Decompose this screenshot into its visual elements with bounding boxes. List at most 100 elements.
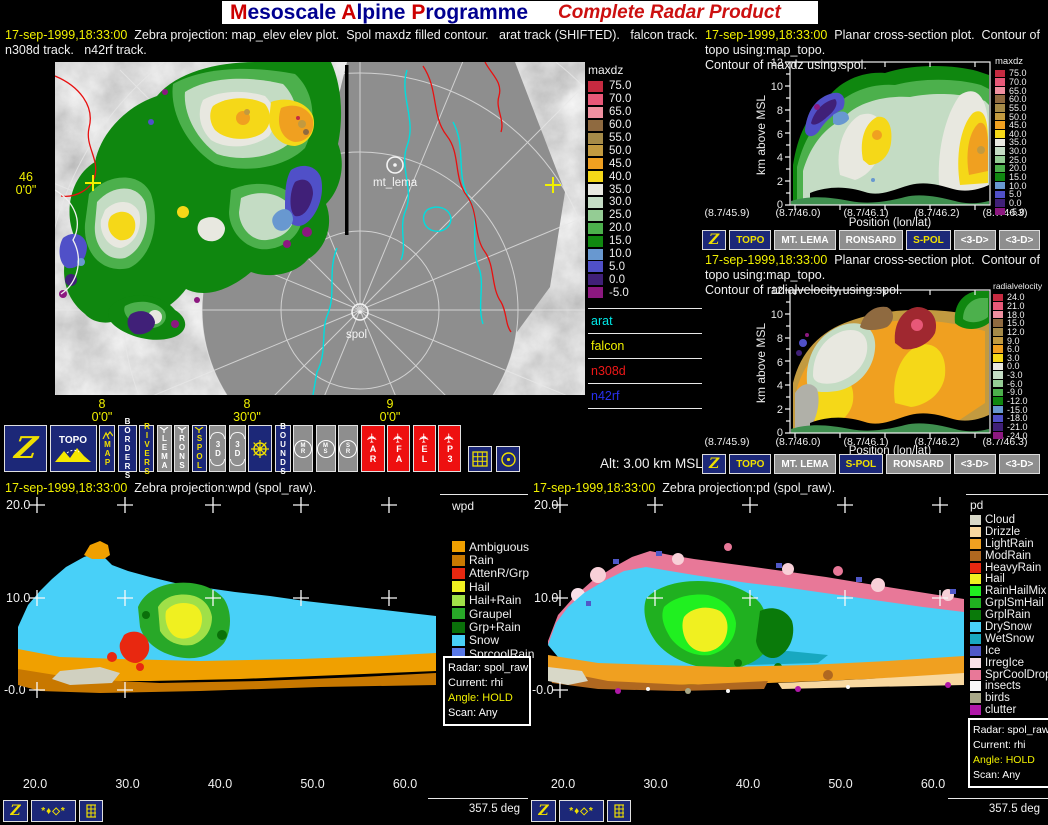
airplane-icon: ✈ bbox=[416, 432, 431, 444]
legend-swatch bbox=[995, 104, 1005, 112]
track-item[interactable]: n42rf bbox=[588, 383, 702, 408]
legend-label: Graupel bbox=[469, 606, 512, 621]
lema-radar-button[interactable]: LEMA bbox=[156, 425, 172, 472]
xsec-button[interactable]: TOPO bbox=[729, 230, 772, 250]
pd-xticks: 20.0 30.0 40.0 50.0 60.0 bbox=[550, 777, 946, 791]
ms-button[interactable]: MS bbox=[315, 425, 336, 472]
xsec-button[interactable]: MT. LEMA bbox=[774, 454, 836, 474]
pd-plot[interactable] bbox=[528, 495, 968, 795]
xsec1-legend-rows: 75.0 70.0 65.0 60.0 55.0 50.0 45.0 40.0 … bbox=[995, 68, 1048, 217]
svg-text:8: 8 bbox=[777, 105, 783, 117]
info-line: Angle: HOLD bbox=[973, 754, 1035, 766]
target-button[interactable] bbox=[496, 446, 520, 472]
legend-swatch bbox=[970, 621, 981, 632]
topo-button[interactable]: TOPO bbox=[49, 425, 97, 472]
legend-label: Cloud bbox=[985, 513, 1016, 526]
legend-value: 45.0 bbox=[609, 157, 632, 170]
grid-mini-button[interactable] bbox=[79, 800, 103, 822]
legend-swatch bbox=[452, 541, 465, 553]
cross-section-line[interactable] bbox=[345, 65, 349, 235]
legend-row: Ambiguous bbox=[452, 540, 529, 554]
antenna-icon bbox=[194, 427, 204, 433]
legend-label: LightRain bbox=[985, 537, 1034, 550]
legend-swatch bbox=[588, 261, 603, 273]
wpd-plot[interactable] bbox=[0, 495, 440, 795]
grid-icon bbox=[471, 451, 488, 467]
xsec-button[interactable]: S-POL bbox=[838, 454, 884, 474]
legend-swatch bbox=[588, 106, 603, 118]
xsec2-ylabel: km above MSL bbox=[755, 323, 768, 403]
xsec1-plot[interactable]: 12 10 8 6 4 2 0 km above MSL bbox=[755, 55, 1000, 213]
aircraft-arat-button[interactable]: ✈ AR bbox=[360, 425, 385, 472]
legend-swatch bbox=[970, 514, 981, 525]
legend-value: -5.0 bbox=[609, 286, 629, 299]
zebra-mini-button[interactable]: Z bbox=[531, 800, 556, 822]
spol-radar-button[interactable]: SPOL bbox=[191, 425, 207, 472]
pd-deg-separator bbox=[948, 798, 1048, 799]
legend-swatch bbox=[588, 287, 603, 299]
xsec-button[interactable]: Z bbox=[702, 454, 727, 474]
map-button[interactable]: MAP bbox=[99, 425, 115, 472]
maxdz-legend: maxdz 75.0 70.0 65.0 60.0 55.0 50.0 45.0… bbox=[588, 63, 702, 410]
xsec-button[interactable]: <3-D> bbox=[953, 454, 996, 474]
legend-label: Hail bbox=[985, 573, 1005, 586]
rivers-button[interactable]: RIVERS bbox=[139, 422, 154, 476]
weather-symbols-button[interactable]: *♦◇* bbox=[31, 800, 76, 822]
track-item[interactable]: n308d bbox=[588, 358, 702, 383]
wpd-deg-separator bbox=[428, 798, 528, 799]
xsec-button[interactable]: RONSARD bbox=[886, 454, 951, 474]
svg-text:10: 10 bbox=[771, 309, 783, 321]
xsec-button[interactable]: <3-D> bbox=[998, 230, 1041, 250]
xsec1-yticks: 12 10 8 6 4 2 0 bbox=[771, 57, 783, 211]
xsec-button[interactable]: Z bbox=[702, 230, 727, 250]
maxdz-legend-rows: 75.0 70.0 65.0 60.0 55.0 50.0 45.0 40.0 … bbox=[588, 80, 702, 299]
sr-button[interactable]: SR bbox=[338, 425, 358, 472]
aircraft-falcon-button[interactable]: ✈ FA bbox=[387, 425, 410, 472]
antenna-icon bbox=[177, 427, 186, 433]
legend-value: 50.0 bbox=[609, 144, 632, 157]
track-item[interactable]: falcon bbox=[588, 333, 702, 358]
aircraft-p3-button[interactable]: ✈ P3 bbox=[438, 425, 461, 472]
legend-label: SprCoolDrop bbox=[985, 668, 1048, 681]
legend-label: Drizzle bbox=[985, 525, 1021, 538]
legend-label: Ice bbox=[985, 644, 1001, 657]
legend-row: 55.0 bbox=[588, 132, 702, 145]
legend-swatch bbox=[970, 574, 981, 585]
xsec1-ylabel: km above MSL bbox=[755, 95, 768, 175]
grid-button[interactable] bbox=[467, 446, 492, 472]
ship-wheel-button[interactable] bbox=[248, 425, 272, 472]
mr-button[interactable]: MR bbox=[293, 425, 313, 472]
3d-button-2[interactable]: 3D bbox=[228, 425, 246, 472]
legend-swatch bbox=[993, 302, 1003, 310]
xsec-button[interactable]: <3-D> bbox=[953, 230, 996, 250]
3d-button-1[interactable]: 3D bbox=[209, 425, 226, 472]
borders-button[interactable]: BORDERS bbox=[117, 417, 137, 480]
track-label: n308d bbox=[591, 364, 626, 379]
xsec2-plot[interactable]: 12 10 8 6 4 2 0 km above MSL bbox=[755, 283, 1000, 441]
legend-row: GrplSmHail bbox=[970, 597, 1048, 609]
aircraft-electra-button[interactable]: ✈ EL bbox=[412, 425, 436, 472]
xsec-button[interactable]: MT. LEMA bbox=[774, 230, 836, 250]
bounds-button[interactable]: BOUNDS bbox=[274, 422, 291, 476]
xsec-button[interactable]: S-POL bbox=[906, 230, 951, 250]
track-item[interactable]: arat bbox=[588, 308, 702, 333]
info-line: Angle: HOLD bbox=[448, 692, 513, 704]
svg-text:6: 6 bbox=[777, 357, 783, 369]
weather-symbols-button[interactable]: *♦◇* bbox=[559, 800, 604, 822]
grid-mini-button[interactable] bbox=[607, 800, 631, 822]
legend-label: Snow bbox=[469, 633, 500, 648]
zebra-mini-button[interactable]: Z bbox=[3, 800, 28, 822]
map-icon bbox=[101, 430, 113, 439]
maxdz-legend-title: maxdz bbox=[588, 63, 624, 77]
rons-radar-button[interactable]: RONS bbox=[174, 425, 189, 472]
legend-row: 12.0 bbox=[993, 327, 1048, 337]
zebra-button[interactable]: Z bbox=[4, 425, 47, 472]
xsec-button[interactable]: RONSARD bbox=[838, 230, 904, 250]
legend-swatch bbox=[970, 693, 981, 704]
legend-swatch bbox=[588, 209, 603, 221]
xsec-button[interactable]: <3-D> bbox=[998, 454, 1041, 474]
xsec-button[interactable]: TOPO bbox=[729, 454, 772, 474]
pd-title: 17-sep-1999,18:33:00 Zebra projection:pd… bbox=[533, 481, 836, 495]
radar-map[interactable]: mt_lema spol bbox=[55, 62, 585, 395]
svg-text:4: 4 bbox=[777, 380, 783, 392]
